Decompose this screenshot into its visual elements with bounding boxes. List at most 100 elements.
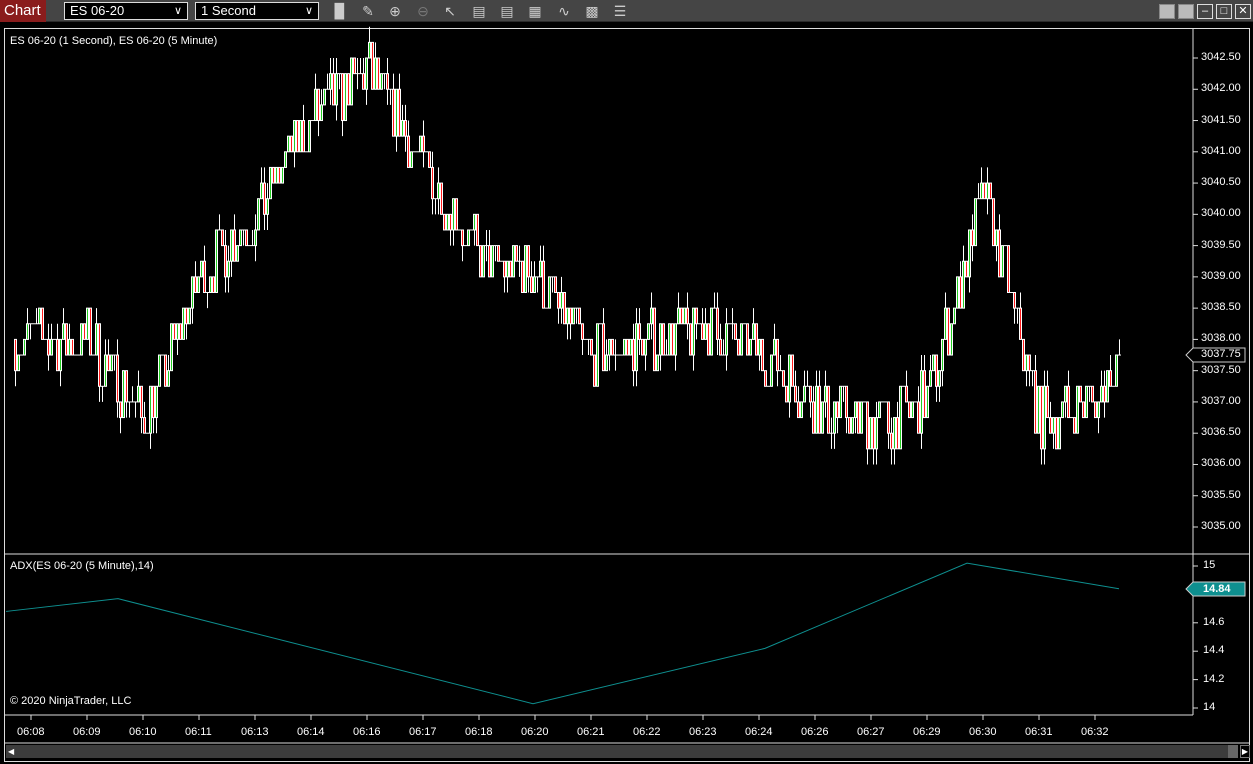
candle-body [812,401,815,434]
candle-body [284,151,287,168]
candle-body [686,307,689,325]
candle-body [911,401,914,419]
candle-body [1058,417,1061,450]
candle-body [791,354,794,387]
candle-body [212,276,215,294]
candle-body [419,135,422,153]
candle-body [809,385,812,403]
candle-body [773,338,776,356]
candle-body [875,417,878,450]
candle-body [734,323,737,340]
candle-body [122,370,125,419]
candle-body [98,323,101,387]
candle-body [941,338,944,372]
candle-body [104,354,107,387]
scroll-left-icon[interactable]: ◀ [8,747,14,756]
candle-body [761,338,764,372]
candle-body [662,323,665,356]
candle-body [164,354,167,387]
candle-body [671,323,674,356]
price-tick-label: 3038.50 [1201,301,1241,314]
candle-body [872,417,875,450]
price-tick-label: 3037.00 [1201,394,1241,407]
candle-body [263,182,266,215]
candle-body [524,245,527,294]
candle-body [932,354,935,372]
candle-body [533,276,536,294]
candle-body [716,307,719,340]
candle-body [869,417,872,450]
candle-body [14,338,17,372]
candle-body [116,354,119,403]
candle-body [299,120,302,153]
candle-body [293,120,296,153]
candle-body [158,354,161,387]
candle-body [563,292,566,325]
candle-body [755,323,758,356]
candle-body [641,338,644,356]
candle-body [398,88,401,137]
candle-body [332,73,335,106]
candle-body [110,354,113,372]
candle-body [374,57,377,90]
candle-body [1103,385,1106,403]
chart-canvas[interactable] [0,0,1253,764]
candle-body [623,338,626,356]
candle-body [125,370,128,403]
candle-body [926,385,929,419]
price-tick-label: 3035.50 [1201,488,1241,501]
candle-body [929,370,932,387]
candle-body [194,276,197,294]
candle-body [323,88,326,106]
candle-body [1028,354,1031,372]
candle-body [1001,245,1004,278]
candle-body [362,73,365,90]
adx-tick-label: 14.6 [1203,615,1225,628]
candle-body [446,213,449,231]
candle-body [719,338,722,356]
candle-body [266,198,269,215]
candle-body [302,120,305,153]
candle-body [1115,354,1118,387]
candle-body [488,245,491,278]
candle-body [647,323,650,340]
candle-body [404,120,407,137]
candle-body [503,260,506,278]
scroll-right-icon[interactable]: ▶ [1240,745,1250,758]
candle-body [569,307,572,325]
time-tick-label: 06:16 [353,726,381,738]
candle-body [950,323,953,356]
candle-body [947,307,950,356]
candle-body [236,245,239,262]
candle-body [707,323,710,356]
candle-body [980,182,983,200]
candle-body [491,245,494,278]
candle-body [986,182,989,200]
candle-body [215,229,218,293]
candle-body [329,73,332,90]
candle-body [1049,417,1052,434]
copyright: © 2020 NinjaTrader, LLC [10,695,132,707]
candle-body [1091,385,1094,403]
candle-body [788,354,791,403]
candle-body [512,245,515,278]
candle-body [818,385,821,434]
candle-body [497,245,500,262]
candle-body [68,338,71,356]
price-tick-label: 3042.50 [1201,51,1241,63]
candle-body [188,307,191,325]
candle-body [776,338,779,372]
candle-body [1061,401,1064,419]
candle-body [821,401,824,434]
candle-body [944,307,947,340]
horizontal-scrollbar[interactable]: ◀ ▶ [6,745,1250,758]
candle-body [737,338,740,356]
price-tick-label: 3042.00 [1201,82,1241,95]
candle-body [578,307,581,325]
scroll-thumb[interactable] [1228,745,1238,758]
candle-body [1052,417,1055,434]
candle-body [758,338,761,356]
candle-body [1100,385,1103,403]
candle-body [710,307,713,356]
time-tick-label: 06:13 [241,726,269,738]
